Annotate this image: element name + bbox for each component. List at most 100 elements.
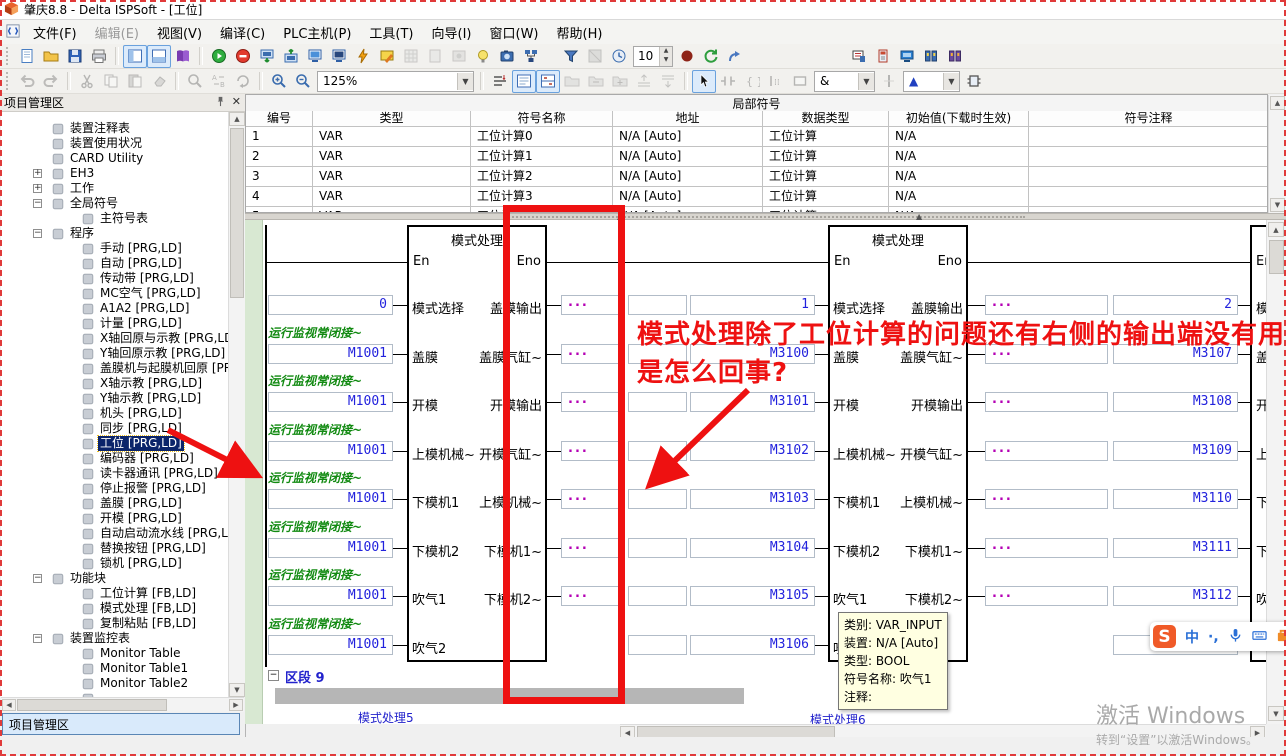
tree-item-label[interactable]: 功能块 (68, 571, 108, 586)
function-block-1[interactable]: 模式处理EnEno模式选择盖膜开模上模机械~下模机1下模机2吹气1吹气2盖膜输出… (407, 225, 547, 662)
tree-item-label[interactable]: CARD Utility (68, 151, 145, 166)
tree-scroll-down-icon[interactable]: ▼ (229, 683, 245, 697)
tree-item[interactable]: 自动 [PRG,LD] (1, 256, 228, 271)
table-cell[interactable]: N/A (889, 167, 1029, 187)
paste-icon[interactable] (123, 70, 147, 93)
tree-scroll-thumb[interactable] (230, 128, 244, 298)
tree-item-label[interactable]: 工作 (68, 181, 96, 196)
operand-value-box[interactable]: M3111 (1113, 538, 1238, 558)
copy-icon[interactable] (99, 70, 123, 93)
tree-collapse-icon[interactable]: − (33, 229, 42, 238)
bulb-view-icon[interactable] (471, 45, 495, 68)
filter-funnel-icon[interactable] (559, 45, 583, 68)
contact-tool-icon[interactable] (716, 70, 740, 93)
tree-item-label[interactable]: 盖膜机与起膜机回原 [PRG,LD] (98, 361, 228, 376)
unassigned-output-box[interactable]: ... (561, 538, 622, 558)
tree-item[interactable]: Monitor Table (1, 646, 228, 661)
tree-item[interactable]: 手动 [PRG,LD] (1, 241, 228, 256)
goto-rotate-icon[interactable] (231, 70, 255, 93)
tree-item[interactable]: MC空气 [PRG,LD] (1, 286, 228, 301)
tree-item[interactable]: 读卡器通讯 [PRG,LD] (1, 466, 228, 481)
tree-horizontal-scrollbar[interactable]: ◀ ▶ (1, 697, 244, 712)
tree-item-label[interactable]: X轴回原与示教 [PRG,LD] (98, 331, 228, 346)
menu-PLC主机[interactable]: PLC主机(P) (274, 25, 360, 44)
instruction-tool-icon[interactable] (788, 70, 812, 93)
operand-value-box[interactable]: M1001 (268, 538, 393, 558)
operand-value-box[interactable]: M3108 (1113, 392, 1238, 412)
tree-item[interactable]: X轴回原与示教 [PRG,LD] (1, 331, 228, 346)
logic-select-arrow-icon[interactable]: ▼ (858, 73, 874, 90)
tree-item-label[interactable]: 编码器 [PRG,LD] (98, 451, 196, 466)
tree-hscroll-thumb[interactable] (17, 699, 167, 711)
operand-value-box[interactable]: M3110 (1113, 489, 1238, 509)
operand-comment-box[interactable] (628, 586, 687, 606)
table-cell[interactable]: VAR (313, 187, 471, 207)
menu-文件[interactable]: 文件(F) (24, 25, 86, 44)
tree-item-label[interactable]: 全局符号 (68, 196, 120, 211)
new-file-icon[interactable] (15, 45, 39, 68)
tree-scroll-right-icon[interactable]: ▶ (229, 699, 243, 711)
tree-expand-icon[interactable]: + (33, 184, 42, 193)
operand-comment-box[interactable] (628, 538, 687, 558)
table-vertical-scrollbar[interactable]: ▲ ▼ (1268, 95, 1286, 213)
table-cell[interactable] (1029, 147, 1268, 167)
tree-item[interactable]: A1A2 [PRG,LD] (1, 301, 228, 316)
table-cell[interactable]: N/A (889, 127, 1029, 147)
tree-item[interactable]: 工位计算 [FB,LD] (1, 586, 228, 601)
device-monitor-4-icon[interactable] (943, 45, 967, 68)
table-cell[interactable]: 4 (246, 187, 313, 207)
print-icon[interactable] (87, 45, 111, 68)
device-comment-view-icon[interactable] (847, 45, 871, 68)
tree-item[interactable]: Y轴示教 [PRG,LD] (1, 391, 228, 406)
operand-value-box[interactable]: 1 (690, 295, 815, 315)
coil-tool-icon[interactable]: { } (740, 70, 764, 93)
operand-value-box[interactable]: M3101 (690, 392, 815, 412)
tree-item-label[interactable]: 主符号表 (98, 211, 150, 226)
scan-cycle-spinner[interactable]: 10▲▼ (633, 46, 673, 67)
keyboard-icon[interactable] (1252, 628, 1267, 646)
unassigned-output-box[interactable]: ... (561, 441, 622, 461)
table-cell[interactable]: 工位计算 (763, 167, 889, 187)
tree-item[interactable]: 盖膜机与起膜机回原 [PRG,LD] (1, 361, 228, 376)
updown-select-arrow-icon[interactable]: ▼ (943, 73, 959, 90)
table-cell[interactable] (1029, 127, 1268, 147)
tree-item-label[interactable]: 复制粘贴 [FB,LD] (98, 616, 198, 631)
menu-视图[interactable]: 视图(V) (148, 25, 211, 44)
operand-value-box[interactable]: M1001 (268, 441, 393, 461)
tree-item[interactable]: 主符号表 (1, 211, 228, 226)
open-project-icon[interactable] (39, 45, 63, 68)
table-cell[interactable]: VAR (313, 167, 471, 187)
window-left-view-icon[interactable] (123, 45, 147, 68)
table-cell[interactable]: 3 (246, 167, 313, 187)
operand-value-box[interactable]: M1001 (268, 392, 393, 412)
operand-comment-box[interactable] (628, 441, 687, 461)
editor-scroll-thumb[interactable] (1269, 240, 1284, 274)
table-cell[interactable]: 工位计算 (763, 127, 889, 147)
tree-item-label[interactable]: EH3 (68, 166, 96, 181)
replace-ab-icon[interactable]: AB (207, 70, 231, 93)
editor-scroll-up-icon[interactable]: ▲ (1268, 222, 1284, 237)
tree-item-label[interactable]: Monitor Table (98, 646, 182, 661)
tree-item-label[interactable]: 工位计算 [FB,LD] (98, 586, 198, 601)
tree-item-label[interactable]: 锁机 [PRG,LD] (98, 556, 184, 571)
snapshot-icon[interactable] (495, 45, 519, 68)
table-cell[interactable]: 1 (246, 127, 313, 147)
table-scroll-down-icon[interactable]: ▼ (1270, 198, 1285, 212)
transfer-monitor-1-icon[interactable] (303, 45, 327, 68)
tree-item[interactable]: Monitor Table1 (1, 661, 228, 676)
tree-item[interactable]: 复制粘贴 [FB,LD] (1, 616, 228, 631)
sogou-logo-icon[interactable]: S (1153, 625, 1176, 648)
net-folder-2-icon[interactable] (584, 70, 608, 93)
grid-view-icon[interactable] (399, 45, 423, 68)
unassigned-output-box[interactable]: ... (561, 344, 622, 364)
tree-item-label[interactable]: 读卡器通讯 [PRG,LD] (98, 466, 220, 481)
table-scroll-up-icon[interactable]: ▲ (1270, 96, 1285, 110)
zoom-out-icon[interactable] (291, 70, 315, 93)
operand-value-box[interactable]: M1001 (268, 489, 393, 509)
project-panel-tab[interactable]: 项目管理区 (2, 713, 240, 735)
operand-value-box[interactable]: M1001 (268, 635, 393, 655)
table-cell[interactable]: N/A [Auto] (613, 147, 763, 167)
operand-comment-box[interactable] (628, 635, 687, 655)
zoom-in-icon[interactable] (267, 70, 291, 93)
device-monitor-1-icon[interactable] (871, 45, 895, 68)
